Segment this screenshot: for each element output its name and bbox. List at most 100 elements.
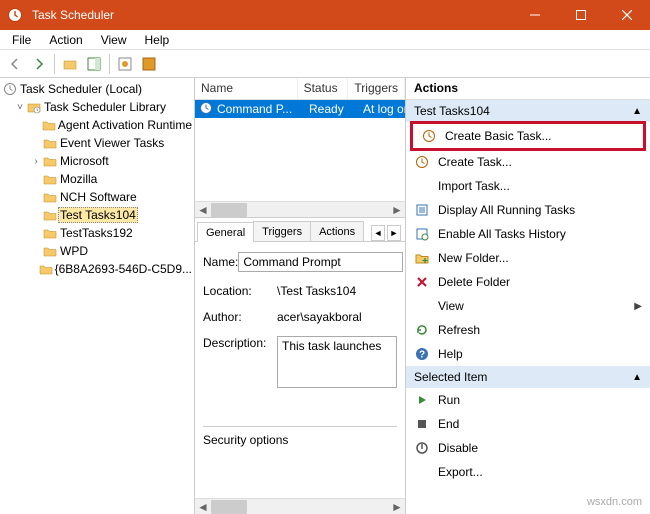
tab-general[interactable]: General	[197, 222, 254, 242]
menu-action[interactable]: Action	[41, 31, 90, 49]
name-label: Name:	[203, 255, 238, 269]
blank-icon	[414, 178, 430, 194]
scroll-left-icon[interactable]: ◄	[195, 202, 211, 218]
minimize-button[interactable]	[512, 0, 558, 30]
tab-scroll-left[interactable]: ◄	[371, 225, 385, 241]
watermark: wsxdn.com	[587, 496, 642, 508]
collapse-icon[interactable]: ▲	[632, 372, 642, 383]
name-field[interactable]	[238, 252, 403, 272]
action-help[interactable]: ?Help	[406, 342, 650, 366]
action-import-task[interactable]: Import Task...	[406, 174, 650, 198]
center-pane: Name Status Triggers Command P... Ready …	[195, 78, 406, 514]
action-disable[interactable]: Disable	[406, 436, 650, 460]
show-panel-button[interactable]	[138, 53, 160, 75]
task-row[interactable]: Command P... Ready At log on	[195, 100, 405, 118]
col-triggers[interactable]: Triggers	[348, 78, 405, 99]
tree-root[interactable]: Task Scheduler (Local)	[0, 80, 194, 98]
blank-icon	[414, 298, 430, 314]
action-pane-button[interactable]	[83, 53, 105, 75]
actions-header: Actions	[406, 78, 650, 100]
menu-view[interactable]: View	[93, 31, 135, 49]
tab-scroll-right[interactable]: ►	[387, 225, 401, 241]
action-run[interactable]: Run	[406, 388, 650, 412]
tree-folder-item[interactable]: Test Tasks104	[0, 206, 194, 224]
horizontal-scrollbar[interactable]: ◄ ►	[195, 498, 405, 514]
tree-library[interactable]: ˅ Task Scheduler Library	[0, 98, 194, 116]
tab-triggers[interactable]: Triggers	[253, 221, 311, 241]
scroll-right-icon[interactable]: ►	[389, 499, 405, 514]
tree-folder-item[interactable]: Agent Activation Runtime	[0, 116, 194, 134]
security-label: Security options	[203, 433, 288, 447]
location-value: \Test Tasks104	[277, 284, 356, 298]
maximize-button[interactable]	[558, 0, 604, 30]
actions-group-selected[interactable]: Selected Item ▲	[406, 366, 650, 388]
folder-icon	[42, 190, 58, 204]
expand-icon[interactable]: ›	[30, 156, 42, 167]
col-status[interactable]: Status	[298, 78, 349, 99]
tab-strip: General Triggers Actions ◄ ►	[195, 218, 405, 242]
list-icon	[414, 202, 430, 218]
folder-icon	[42, 208, 58, 222]
toolbar-separator	[109, 54, 110, 74]
tree-folder-item[interactable]: WPD	[0, 242, 194, 260]
action-end[interactable]: End	[406, 412, 650, 436]
folder-icon	[42, 154, 58, 168]
folder-icon	[42, 136, 58, 150]
security-section: Security options	[203, 426, 397, 447]
run-icon	[414, 392, 430, 408]
toolbar-separator	[54, 54, 55, 74]
menu-file[interactable]: File	[4, 31, 39, 49]
collapse-icon[interactable]: ▲	[632, 106, 642, 117]
folder-icon	[42, 172, 58, 186]
folder-icon	[42, 244, 58, 258]
chevron-right-icon: ▶	[634, 301, 642, 312]
action-new-folder[interactable]: New Folder...	[406, 246, 650, 270]
clock-icon	[199, 101, 213, 118]
task-list: Name Status Triggers Command P... Ready …	[195, 78, 405, 218]
action-delete-folder[interactable]: Delete Folder	[406, 270, 650, 294]
folder-icon	[41, 118, 56, 132]
tree-folder-item[interactable]: NCH Software	[0, 188, 194, 206]
action-create-task[interactable]: Create Task...	[406, 150, 650, 174]
blank-icon	[414, 464, 430, 480]
scroll-thumb[interactable]	[211, 500, 247, 514]
history-icon	[414, 226, 430, 242]
action-display-all-running-tasks[interactable]: Display All Running Tasks	[406, 198, 650, 222]
tree-folder-item[interactable]: Event Viewer Tasks	[0, 134, 194, 152]
library-icon	[26, 100, 42, 114]
forward-button[interactable]	[28, 53, 50, 75]
new-task-button[interactable]	[114, 53, 136, 75]
actions-group-context[interactable]: Test Tasks104 ▲	[406, 100, 650, 122]
tree-folder-item[interactable]: {6B8A2693-546D-C5D9...	[0, 260, 194, 278]
help-icon: ?	[414, 346, 430, 362]
clock-icon	[421, 128, 437, 144]
close-button[interactable]	[604, 0, 650, 30]
tree-folder-item[interactable]: TestTasks192	[0, 224, 194, 242]
delete-icon	[414, 274, 430, 290]
clock-new-icon	[414, 154, 430, 170]
collapse-icon[interactable]: ˅	[14, 102, 26, 113]
action-export[interactable]: Export...	[406, 460, 650, 484]
tab-actions[interactable]: Actions	[310, 221, 364, 241]
scroll-left-icon[interactable]: ◄	[195, 499, 211, 514]
actions-pane: Actions Test Tasks104 ▲ Create Basic Tas…	[406, 78, 650, 514]
highlight-create-basic-task: Create Basic Task...	[410, 121, 646, 151]
horizontal-scrollbar[interactable]: ◄ ►	[195, 201, 405, 217]
action-view[interactable]: View▶	[406, 294, 650, 318]
clock-icon	[2, 82, 18, 96]
back-button[interactable]	[4, 53, 26, 75]
action-enable-all-tasks-history[interactable]: Enable All Tasks History	[406, 222, 650, 246]
description-field[interactable]: This task launches	[277, 336, 397, 388]
scroll-right-icon[interactable]: ►	[389, 202, 405, 218]
tree-folder-item[interactable]: ›Microsoft	[0, 152, 194, 170]
scroll-thumb[interactable]	[211, 203, 247, 217]
action-create-basic-task[interactable]: Create Basic Task...	[413, 124, 643, 148]
tree-folder-item[interactable]: Mozilla	[0, 170, 194, 188]
menu-help[interactable]: Help	[137, 31, 178, 49]
folder-button[interactable]	[59, 53, 81, 75]
folder-icon	[42, 226, 58, 240]
author-value: acer\sayakboral	[277, 310, 362, 324]
action-refresh[interactable]: Refresh	[406, 318, 650, 342]
col-name[interactable]: Name	[195, 78, 298, 99]
disable-icon	[414, 440, 430, 456]
